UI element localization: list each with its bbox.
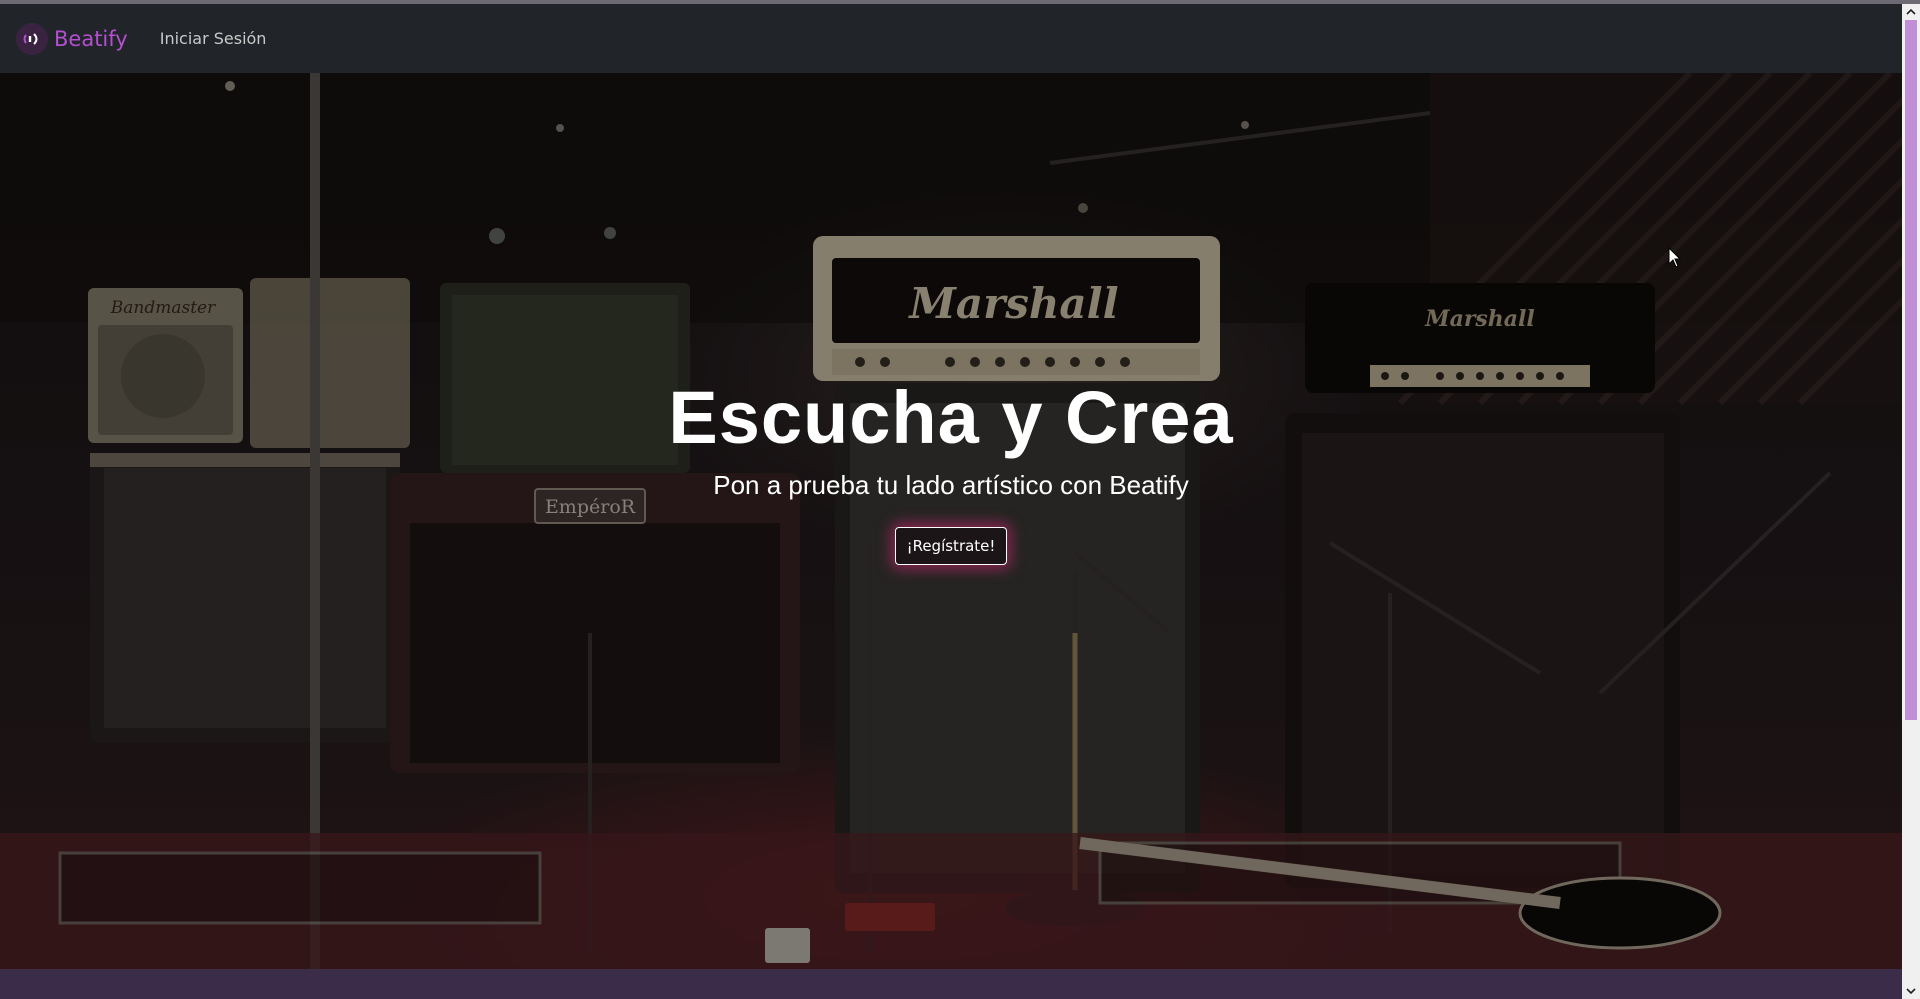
navbar: Beatify Iniciar Sesión <box>0 4 1902 73</box>
brand-name: Beatify <box>54 26 128 51</box>
hero-section: Bandmaster EmpéroR Marshall Marshall Esc… <box>0 73 1902 969</box>
scrollbar-thumb[interactable] <box>1905 20 1917 720</box>
hero-title: Escucha y Crea <box>668 376 1234 459</box>
mouse-pointer-icon <box>1668 246 1682 273</box>
vertical-scrollbar[interactable] <box>1902 4 1920 999</box>
page: Beatify Iniciar Sesión Bandmaster Empéro… <box>0 0 1920 999</box>
hero-content: Escucha y Crea Pon a prueba tu lado artí… <box>0 373 1902 565</box>
chevron-up-icon[interactable] <box>1902 4 1920 20</box>
hero-subtitle: Pon a prueba tu lado artístico con Beati… <box>713 470 1189 500</box>
sound-wave-icon <box>16 22 48 55</box>
register-button[interactable]: ¡Regístrate! <box>894 527 1008 565</box>
brand-link[interactable]: Beatify <box>16 22 128 55</box>
login-link[interactable]: Iniciar Sesión <box>160 29 267 48</box>
footer-strip <box>0 969 1902 999</box>
chevron-down-icon[interactable] <box>1902 983 1920 999</box>
